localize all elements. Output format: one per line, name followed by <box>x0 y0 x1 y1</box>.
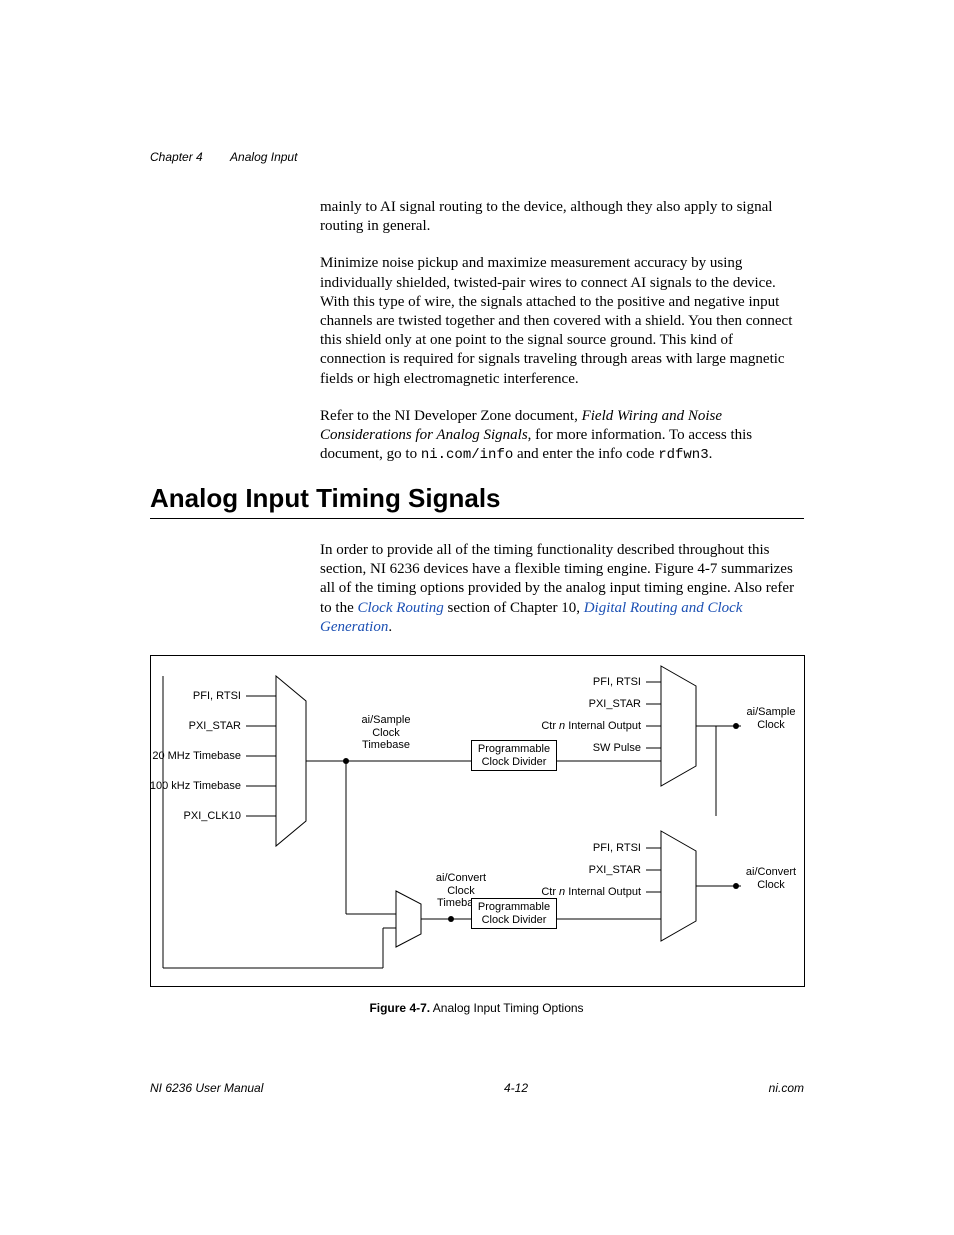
figure-caption: Figure 4-7. Analog Input Timing Options <box>150 1001 803 1015</box>
chapter-label: Chapter 4 <box>150 150 203 164</box>
diagram-svg <box>151 656 804 986</box>
mux-input-label: PFI, RTSI <box>541 676 641 689</box>
signal-label: ai/Sample Clock <box>741 706 801 731</box>
mux-input-label: 20 MHz Timebase <box>131 750 241 763</box>
body-text: mainly to AI signal routing to the devic… <box>320 198 800 465</box>
mux-input-label: PXI_STAR <box>141 720 241 733</box>
mux-input-label: Ctr n Internal Output <box>521 886 641 899</box>
paragraph: Minimize noise pickup and maximize measu… <box>320 254 800 388</box>
footer-right: ni.com <box>769 1081 804 1095</box>
paragraph: Refer to the NI Developer Zone document,… <box>320 407 800 465</box>
heading-rule <box>150 518 804 519</box>
chapter-title: Analog Input <box>230 150 297 164</box>
mux-input-label: PFI, RTSI <box>141 690 241 703</box>
mux-input-label: 100 kHz Timebase <box>131 780 241 793</box>
mux-input-label: SW Pulse <box>541 742 641 755</box>
figure-diagram: PFI, RTSI PXI_STAR 20 MHz Timebase 100 k… <box>150 655 805 987</box>
block-programmable-divider: Programmable Clock Divider <box>471 898 557 929</box>
mux-input-label: PFI, RTSI <box>541 842 641 855</box>
mux-input-label: PXI_STAR <box>541 864 641 877</box>
mux-input-label: PXI_CLK10 <box>141 810 241 823</box>
footer-left: NI 6236 User Manual <box>150 1081 263 1095</box>
signal-label: ai/Convert Clock <box>741 866 801 891</box>
mux-input-label: PXI_STAR <box>541 698 641 711</box>
running-header: Chapter 4 Analog Input <box>150 150 297 164</box>
link-clock-routing[interactable]: Clock Routing <box>358 600 444 616</box>
page: Chapter 4 Analog Input mainly to AI sign… <box>0 0 954 1235</box>
intro-paragraph: In order to provide all of the timing fu… <box>320 541 800 637</box>
footer-center: 4-12 <box>504 1081 528 1095</box>
section-heading: Analog Input Timing Signals <box>150 483 804 514</box>
page-footer: NI 6236 User Manual 4-12 ni.com <box>150 1081 804 1095</box>
mux-input-label: Ctr n Internal Output <box>521 720 641 733</box>
signal-label: ai/Sample Clock Timebase <box>351 714 421 752</box>
paragraph: mainly to AI signal routing to the devic… <box>320 198 800 236</box>
